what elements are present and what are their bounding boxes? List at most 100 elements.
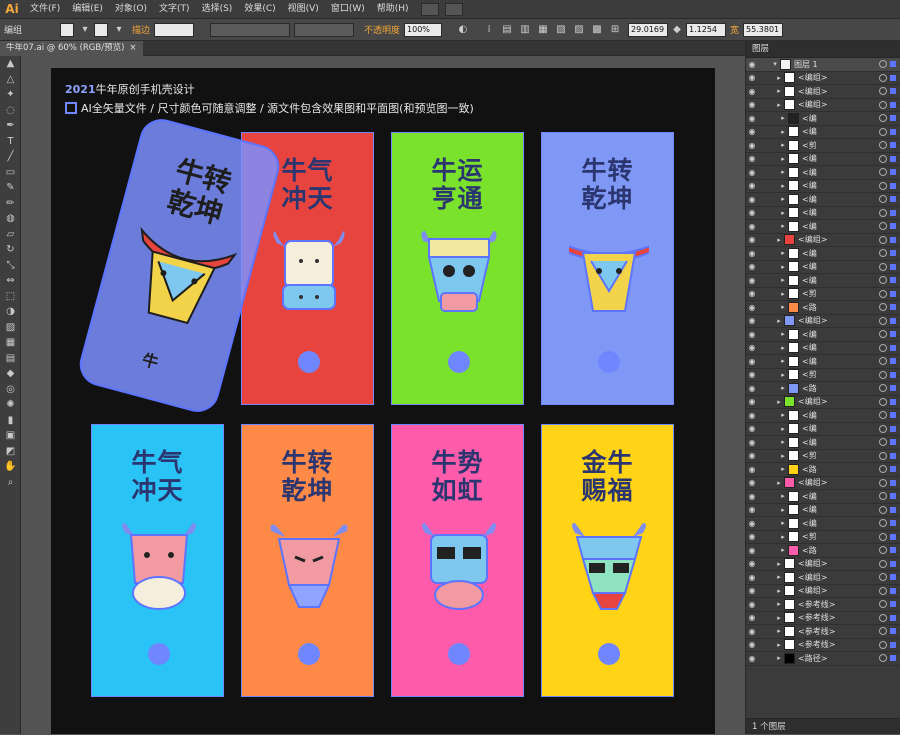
stroke-swatch[interactable] <box>94 22 108 37</box>
line-tool-icon[interactable]: ╱ <box>0 149 21 165</box>
eye-icon[interactable]: ◉ <box>746 613 758 622</box>
expand-arrow-icon[interactable]: ▸ <box>774 87 784 95</box>
selection-indicator[interactable] <box>890 88 896 95</box>
target-icon[interactable] <box>879 640 887 649</box>
link-icon[interactable]: ◆ <box>670 23 684 37</box>
layer-row[interactable]: ◉ ▸ <编 <box>746 193 900 207</box>
layer-row[interactable]: ◉ ▸ <编组> <box>746 99 900 112</box>
layer-row[interactable]: ◉ ▸ <路 <box>746 382 900 396</box>
layer-row[interactable]: ◉ ▸ <编 <box>746 207 900 220</box>
expand-arrow-icon[interactable]: ▸ <box>778 465 788 473</box>
eye-icon[interactable]: ◉ <box>746 100 758 109</box>
selection-indicator[interactable] <box>890 601 896 608</box>
lasso-tool-icon[interactable]: ◌ <box>0 103 21 119</box>
selection-indicator[interactable] <box>890 290 896 297</box>
eye-icon[interactable]: ◉ <box>746 249 758 258</box>
eye-icon[interactable]: ◉ <box>746 276 758 285</box>
target-icon[interactable] <box>879 289 887 298</box>
expand-arrow-icon[interactable]: ▸ <box>778 452 788 460</box>
expand-arrow-icon[interactable]: ▸ <box>778 249 788 257</box>
selection-indicator[interactable] <box>890 358 896 365</box>
layer-row[interactable]: ◉ ▸ <编组> <box>746 234 900 247</box>
menu-file[interactable]: 文件(F) <box>24 0 66 19</box>
layer-row[interactable]: ◉ ▸ <编 <box>746 409 900 423</box>
expand-arrow-icon[interactable]: ▸ <box>774 627 784 635</box>
canvas[interactable]: 2021牛年原创手机壳设计 AI全矢量文件 / 尺寸颜色可随意调整 / 源文件包… <box>21 56 745 734</box>
target-icon[interactable] <box>879 546 887 555</box>
perspective-tool-icon[interactable]: ▨ <box>0 320 21 336</box>
eye-icon[interactable]: ◉ <box>746 519 758 528</box>
target-icon[interactable] <box>879 330 887 339</box>
target-icon[interactable] <box>879 627 887 636</box>
selection-indicator[interactable] <box>890 209 896 216</box>
expand-arrow-icon[interactable]: ▸ <box>778 330 788 338</box>
shape-builder-tool-icon[interactable]: ◑ <box>0 304 21 320</box>
close-icon[interactable]: × <box>129 41 136 56</box>
expand-arrow-icon[interactable]: ▸ <box>774 641 784 649</box>
stroke-label[interactable]: 描边 <box>128 23 154 36</box>
artboard[interactable]: 2021牛年原创手机壳设计 AI全矢量文件 / 尺寸颜色可随意调整 / 源文件包… <box>51 68 715 734</box>
document-tab[interactable]: 牛年07.ai @ 60% (RGB/预览) × <box>0 41 143 56</box>
target-icon[interactable] <box>879 505 887 514</box>
selection-indicator[interactable] <box>890 655 896 662</box>
selection-indicator[interactable] <box>890 317 896 324</box>
target-icon[interactable] <box>879 492 887 501</box>
selection-indicator[interactable] <box>890 61 896 68</box>
eye-icon[interactable]: ◉ <box>746 87 758 96</box>
target-icon[interactable] <box>879 654 887 663</box>
eye-icon[interactable]: ◉ <box>746 627 758 636</box>
layer-row[interactable]: ◉ ▸ <编 <box>746 261 900 274</box>
gradient-tool-icon[interactable]: ▤ <box>0 351 21 367</box>
target-icon[interactable] <box>879 87 887 96</box>
target-icon[interactable] <box>879 573 887 582</box>
target-icon[interactable] <box>879 141 887 150</box>
direct-selection-tool-icon[interactable]: △ <box>0 72 21 88</box>
expand-arrow-icon[interactable]: ▸ <box>778 222 788 230</box>
eye-icon[interactable]: ◉ <box>746 492 758 501</box>
opacity-input[interactable]: 100% <box>404 22 443 37</box>
blend-tool-icon[interactable]: ◎ <box>0 382 21 398</box>
target-icon[interactable] <box>879 262 887 271</box>
eye-icon[interactable]: ◉ <box>746 384 758 393</box>
selection-indicator[interactable] <box>890 506 896 513</box>
expand-arrow-icon[interactable]: ▸ <box>778 114 788 122</box>
eye-icon[interactable]: ◉ <box>746 640 758 649</box>
align-middle-icon[interactable]: ▨ <box>572 23 586 37</box>
selection-indicator[interactable] <box>890 587 896 594</box>
align-icon[interactable]: ⁞ <box>482 23 496 37</box>
layer-row[interactable]: ◉ ▸ <编组> <box>746 571 900 585</box>
expand-arrow-icon[interactable]: ▸ <box>774 560 784 568</box>
selection-indicator[interactable] <box>890 439 896 446</box>
selection-indicator[interactable] <box>890 250 896 257</box>
layer-row[interactable]: ◉ ▸ <路 <box>746 463 900 477</box>
selection-indicator[interactable] <box>890 169 896 176</box>
scale-tool-icon[interactable]: ⤡ <box>0 258 21 274</box>
expand-arrow-icon[interactable]: ▸ <box>778 195 788 203</box>
layer-row[interactable]: ◉ ▸ <编组> <box>746 72 900 85</box>
expand-arrow-icon[interactable]: ▸ <box>778 128 788 136</box>
stroke-weight-input[interactable] <box>154 22 195 37</box>
layer-row[interactable]: ◉ ▸ <剪 <box>746 450 900 463</box>
expand-arrow-icon[interactable]: ▸ <box>774 573 784 581</box>
type-tool-icon[interactable]: T <box>0 134 21 150</box>
eye-icon[interactable]: ◉ <box>746 235 758 244</box>
selection-indicator[interactable] <box>890 574 896 581</box>
eye-icon[interactable]: ◉ <box>746 573 758 582</box>
layer-row[interactable]: ◉ ▸ <剪 <box>746 369 900 382</box>
layer-row[interactable]: ◉ ▸ <路 <box>746 544 900 558</box>
selection-tool-icon[interactable]: ▲ <box>0 56 21 72</box>
layer-row[interactable]: ◉ ▸ <编 <box>746 180 900 193</box>
target-icon[interactable] <box>879 357 887 366</box>
brush-definition[interactable] <box>294 22 355 37</box>
slice-tool-icon[interactable]: ◩ <box>0 444 21 460</box>
menu-edit[interactable]: 编辑(E) <box>66 0 109 19</box>
layer-row[interactable]: ◉ ▸ <参考线> <box>746 598 900 612</box>
eye-icon[interactable]: ◉ <box>746 343 758 352</box>
rectangle-tool-icon[interactable]: ▭ <box>0 165 21 181</box>
target-icon[interactable] <box>879 600 887 609</box>
expand-arrow-icon[interactable]: ▸ <box>774 398 784 406</box>
y-input[interactable]: 1.1254 <box>686 22 727 37</box>
target-icon[interactable] <box>879 114 887 123</box>
layer-row[interactable]: ◉ ▸ <编 <box>746 153 900 166</box>
blob-brush-tool-icon[interactable]: ◍ <box>0 211 21 227</box>
